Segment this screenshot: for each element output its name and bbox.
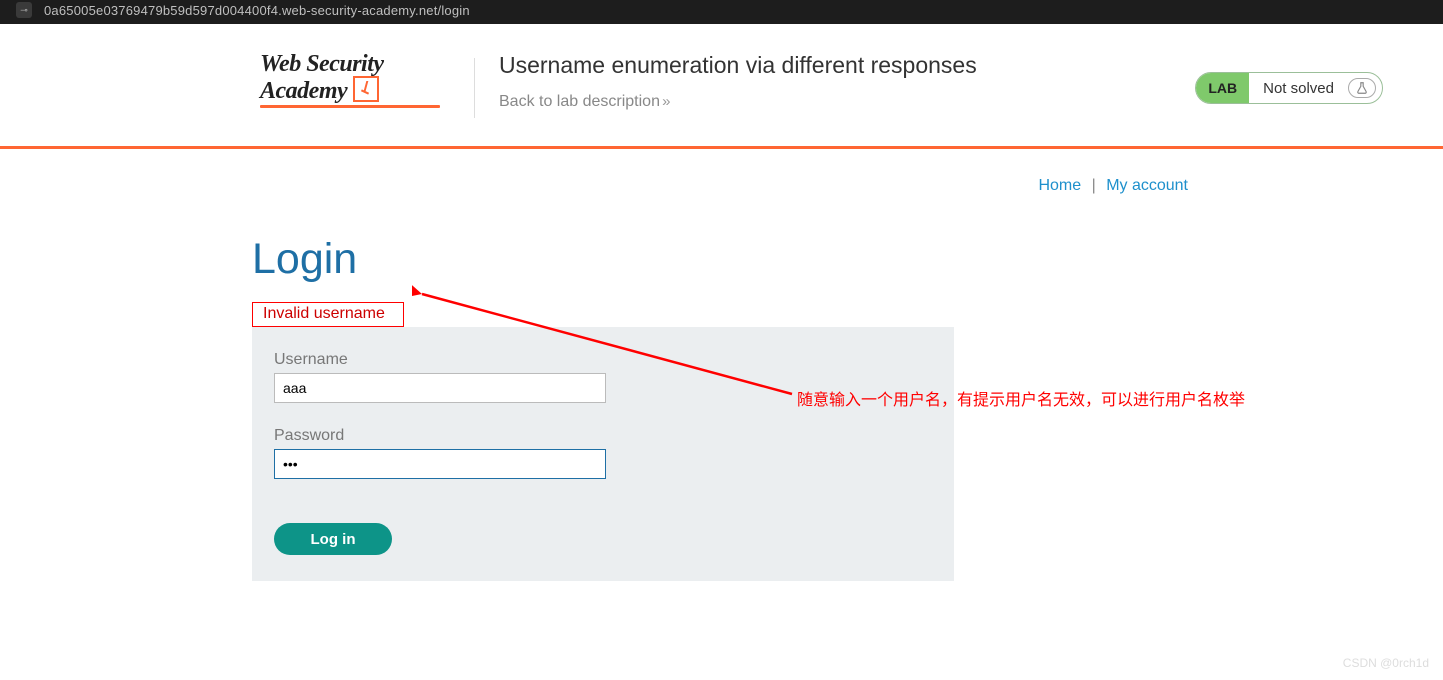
error-highlight-box: Invalid username bbox=[252, 302, 404, 327]
top-nav: Home | My account bbox=[252, 177, 1192, 195]
password-label: Password bbox=[274, 427, 932, 445]
logo-line1: Web Security bbox=[260, 52, 450, 76]
nav-separator: | bbox=[1092, 177, 1096, 194]
home-link[interactable]: Home bbox=[1038, 177, 1081, 194]
logo-line2: Academy bbox=[260, 78, 347, 104]
my-account-link[interactable]: My account bbox=[1106, 177, 1188, 194]
logo-bolt-icon bbox=[353, 76, 379, 102]
header-divider bbox=[474, 58, 475, 118]
lab-status-pill: LAB Not solved bbox=[1195, 72, 1383, 104]
username-label: Username bbox=[274, 351, 932, 369]
url-text[interactable]: 0a65005e03769479b59d597d004400f4.web-sec… bbox=[44, 3, 470, 18]
page-title: Login bbox=[252, 235, 1192, 284]
annotation-text: 随意输入一个用户名，有提示用户名无效，可以进行用户名枚举 bbox=[797, 386, 1245, 410]
error-message: Invalid username bbox=[263, 305, 385, 322]
username-input[interactable] bbox=[274, 373, 606, 403]
lab-status-text: Not solved bbox=[1249, 80, 1348, 97]
login-form: Username Password Log in bbox=[252, 327, 954, 581]
password-input[interactable] bbox=[274, 449, 606, 479]
address-bar: ⊸ 0a65005e03769479b59d597d004400f4.web-s… bbox=[0, 0, 1443, 24]
site-info-icon[interactable]: ⊸ bbox=[16, 2, 32, 18]
login-button[interactable]: Log in bbox=[274, 523, 392, 555]
watermark: CSDN @0rch1d bbox=[1343, 656, 1429, 670]
logo-underline bbox=[260, 105, 440, 108]
lab-header: Web Security Academy Username enumeratio… bbox=[0, 24, 1443, 136]
flask-icon bbox=[1348, 78, 1376, 98]
main-content: Home | My account Login Invalid username… bbox=[252, 149, 1192, 581]
logo[interactable]: Web Security Academy bbox=[260, 52, 450, 108]
lab-tag: LAB bbox=[1196, 73, 1249, 103]
